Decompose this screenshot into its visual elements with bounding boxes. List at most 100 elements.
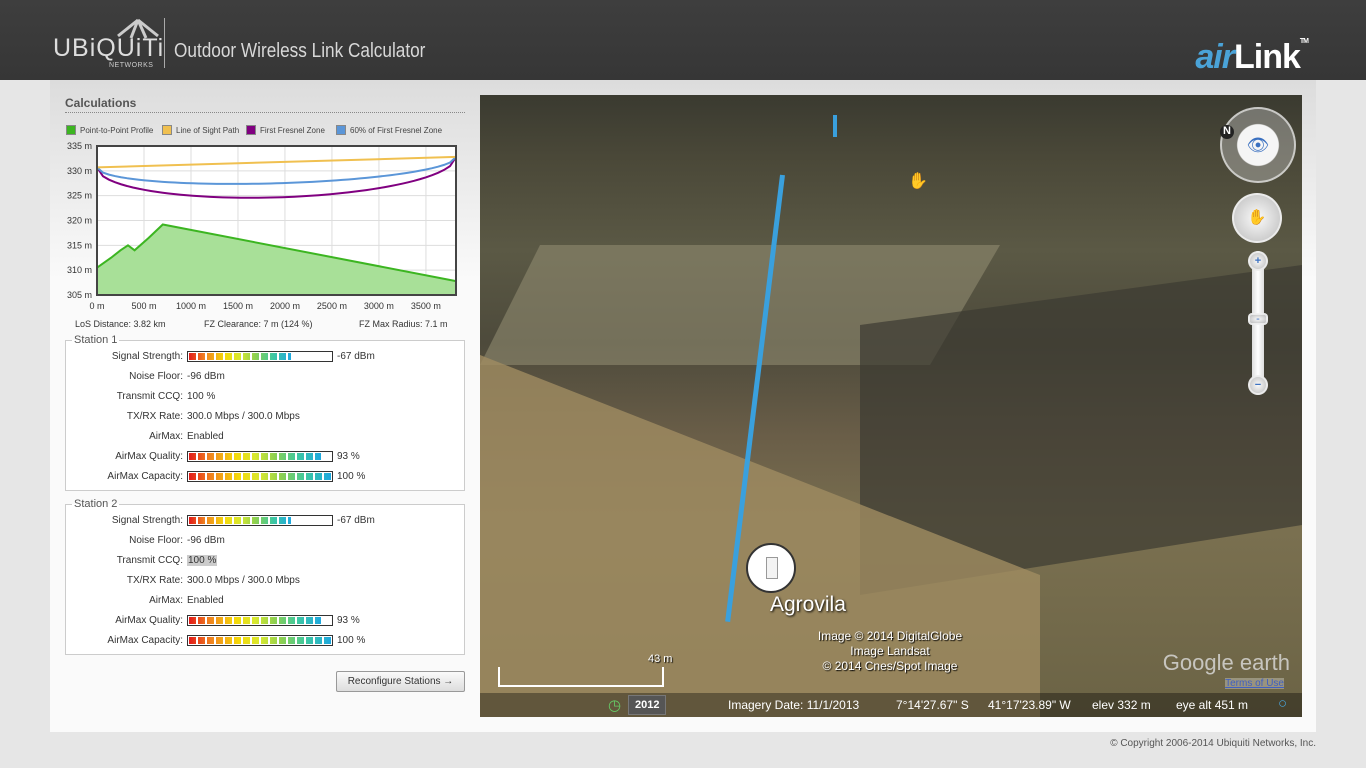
imagery-year-button[interactable]: 2012 [628,695,667,715]
x-tick-label: 3000 m [364,301,394,311]
stat-value: -96 dBm [187,534,225,546]
link-path-far [833,115,837,137]
stat-value: 300.0 Mbps / 300.0 Mbps [187,410,300,422]
legend-swatch [162,125,172,135]
level-meter-fill [189,352,292,360]
move-navigation-control[interactable]: ✋ [1232,193,1282,243]
stat-label: AirMax Quality: [115,450,183,462]
airlink-logo[interactable]: airLinkTM [1195,38,1309,77]
station-stat-row: Transmit CCQ: 100 % [66,386,464,406]
station-stat-row: Noise Floor: -96 dBm [66,366,464,386]
header: UBiQUiTi NETWORKS Outdoor Wireless Link C… [0,0,1366,80]
map-status-bar: ◷ 2012 Imagery Date: 11/1/2013 7°14'27.6… [480,693,1302,717]
station-stat-row: AirMax Capacity: 100 % [66,630,464,650]
station-stat-row: Signal Strength: -67 dBm [66,510,464,530]
station-2-panel: Station 2 Signal Strength: -67 dBm Noise Fl… [65,498,465,655]
level-meter [187,470,333,482]
stat-value: 93 % [337,614,360,626]
y-tick-label: 330 m [67,166,92,176]
station-stat-row: AirMax Quality: 93 % [66,446,464,466]
north-icon[interactable]: N [1220,125,1234,139]
reconfigure-stations-button[interactable]: Reconfigure Stations → [336,671,465,692]
level-meter-fill [189,636,331,644]
x-tick-label: 1000 m [176,301,206,311]
link-profile-chart: 0 m 500 m 1000 m 1500 m 2000 m 2500 m 3000 m 35… [67,141,457,311]
level-meter [187,350,333,362]
stat-value: 100 % [187,390,216,402]
legend-swatch [336,125,346,135]
fz-max-radius: FZ Max Radius: 7.1 m [359,319,448,329]
stat-value: Enabled [187,430,224,442]
legend-swatch [66,125,76,135]
level-meter-fill [189,516,292,524]
stat-value: 100 % [187,554,218,566]
historical-imagery-clock-icon[interactable]: ◷ [608,696,621,714]
x-tick-label: 2500 m [317,301,347,311]
y-tick-label: 325 m [67,191,92,201]
x-tick-label: 500 m [131,301,156,311]
stat-label: Noise Floor: [129,370,183,382]
station-title: Station 2 [74,498,118,510]
stat-value: 93 % [337,450,360,462]
terms-of-use-link[interactable]: Terms of Use [1225,678,1284,689]
stat-label: Transmit CCQ: [116,390,183,402]
imagery-date: Imagery Date: 11/1/2013 [728,698,860,712]
y-tick-label: 320 m [67,216,92,226]
y-tick-label: 305 m [67,290,92,300]
y-tick-label: 335 m [67,141,92,151]
look-navigation-control[interactable]: 👁 [1220,107,1296,183]
x-tick-label: 1500 m [223,301,253,311]
x-tick-label: 2000 m [270,301,300,311]
scale-bar [498,667,664,687]
legend-los: Line of Sight Path [162,125,239,135]
stat-value: Enabled [187,594,224,606]
station-stat-row: AirMax: Enabled [66,426,464,446]
station-1-panel: Station 1 Signal Strength: -67 dBm Noise Fl… [65,334,465,491]
los-distance: LoS Distance: 3.82 km [75,319,166,329]
loading-icon: ○ [1278,695,1288,712]
stat-label: TX/RX Rate: [126,574,183,586]
stat-label: AirMax Quality: [115,614,183,626]
stat-value: -67 dBm [337,350,375,362]
zoom-out-button[interactable]: − [1248,375,1268,395]
station-stat-row: AirMax Capacity: 100 % [66,466,464,486]
stat-label: Signal Strength: [111,350,183,362]
ubiquiti-logo[interactable]: UBiQUiTi NETWORKS [53,18,164,69]
longitude: 41°17'23.89" W [988,698,1071,712]
legend-swatch [246,125,256,135]
zoom-slider-thumb[interactable]: - [1248,313,1268,325]
legend-fresnel: First Fresnel Zone [246,125,325,135]
x-tick-label: 3500 m [411,301,441,311]
y-tick-label: 310 m [67,265,92,275]
imagery-credits: Image © 2014 DigitalGlobe Image Landsat © … [817,629,963,673]
stat-value: 100 % [337,634,366,646]
placemark-label: Agrovila [770,593,846,616]
antenna-icon [117,18,159,39]
app-title: Outdoor Wireless Link Calculator [174,40,426,62]
station-stat-row: TX/RX Rate: 300.0 Mbps / 300.0 Mbps [66,570,464,590]
station-stat-row: AirMax: Enabled [66,590,464,610]
legend-profile: Point-to-Point Profile [66,125,153,135]
stat-label: Transmit CCQ: [116,554,183,566]
station-stat-row: Noise Floor: -96 dBm [66,530,464,550]
stat-label: AirMax: [149,594,183,606]
fz-clearance: FZ Clearance: 7 m (124 %) [204,319,313,329]
google-earth-logo: Google earth [1162,650,1290,675]
station-title: Station 1 [74,334,118,346]
level-meter [187,450,333,462]
hand-cursor-icon: ✋ [908,173,928,190]
stat-label: Noise Floor: [129,534,183,546]
x-tick-label: 0 m [89,301,104,311]
copyright-footer: © Copyright 2006-2014 Ubiquiti Networks,… [1110,738,1316,749]
radio-icon [766,557,778,579]
station-stat-row: AirMax Quality: 93 % [66,610,464,630]
latitude: 7°14'27.67" S [896,698,969,712]
scale-label: 43 m [648,653,673,665]
level-meter-fill [189,452,322,460]
google-earth-map[interactable]: Agrovila Image © 2014 DigitalGlobe Image … [480,95,1302,717]
level-meter-fill [189,616,322,624]
station-placemark[interactable] [746,543,796,593]
stat-value: 300.0 Mbps / 300.0 Mbps [187,574,300,586]
zoom-in-button[interactable]: + [1248,251,1268,271]
level-meter [187,514,333,526]
